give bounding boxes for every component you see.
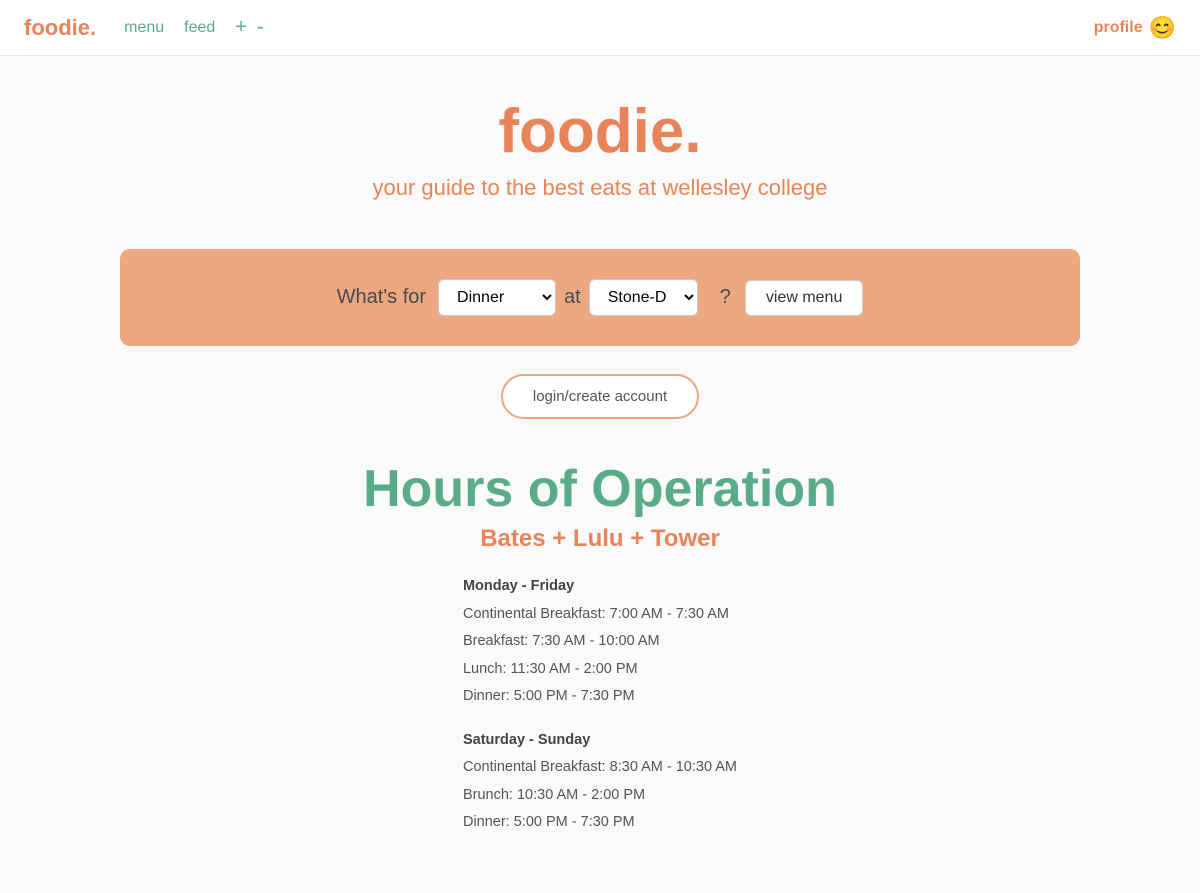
nav-minus-button[interactable]: - <box>257 16 264 39</box>
nav-menu-link[interactable]: menu <box>124 19 164 37</box>
weekend-item-1: Continental Breakfast: 8:30 AM - 10:30 A… <box>463 754 737 782</box>
profile-label: profile <box>1094 19 1143 37</box>
profile-emoji: 😊 <box>1149 15 1176 41</box>
weekday-header: Monday - Friday <box>463 573 737 601</box>
weekday-item-3: Lunch: 11:30 AM - 2:00 PM <box>463 656 737 684</box>
hours-title: Hours of Operation <box>20 459 1180 519</box>
meal-select[interactable]: Dinner Breakfast Lunch Brunch <box>438 279 556 316</box>
weekday-item-2: Breakfast: 7:30 AM - 10:00 AM <box>463 628 737 656</box>
search-at-label: at <box>564 286 581 309</box>
weekend-header: Saturday - Sunday <box>463 727 737 755</box>
weekday-item-4: Dinner: 5:00 PM - 7:30 PM <box>463 683 737 711</box>
nav-logo[interactable]: foodie. <box>24 15 96 41</box>
search-section: What's for Dinner Breakfast Lunch Brunch… <box>120 249 1080 346</box>
hours-content: Monday - Friday Continental Breakfast: 7… <box>463 573 737 853</box>
hours-section: Hours of Operation Bates + Lulu + Tower … <box>0 449 1200 893</box>
weekend-group: Saturday - Sunday Continental Breakfast:… <box>463 727 737 837</box>
hero-subtitle: your guide to the best eats at wellesley… <box>20 175 1180 201</box>
location-select[interactable]: Stone-D Bates Lulu Tower <box>589 279 698 316</box>
hours-subtitle: Bates + Lulu + Tower <box>20 525 1180 553</box>
nav-feed-link[interactable]: feed <box>184 19 215 37</box>
login-section: login/create account <box>0 374 1200 419</box>
search-question-mark: ? <box>720 286 731 309</box>
hero-section: foodie. your guide to the best eats at w… <box>0 56 1200 221</box>
weekday-item-1: Continental Breakfast: 7:00 AM - 7:30 AM <box>463 601 737 629</box>
hero-title: foodie. <box>20 96 1180 167</box>
weekday-group: Monday - Friday Continental Breakfast: 7… <box>463 573 737 711</box>
weekend-item-3: Dinner: 5:00 PM - 7:30 PM <box>463 809 737 837</box>
weekend-item-2: Brunch: 10:30 AM - 2:00 PM <box>463 782 737 810</box>
nav-profile-button[interactable]: profile 😊 <box>1094 15 1176 41</box>
nav-add-button[interactable]: + <box>235 16 247 39</box>
navbar: foodie. menu feed + - profile 😊 <box>0 0 1200 56</box>
search-label: What's for <box>337 286 426 309</box>
view-menu-button[interactable]: view menu <box>745 280 863 316</box>
login-button[interactable]: login/create account <box>501 374 699 419</box>
